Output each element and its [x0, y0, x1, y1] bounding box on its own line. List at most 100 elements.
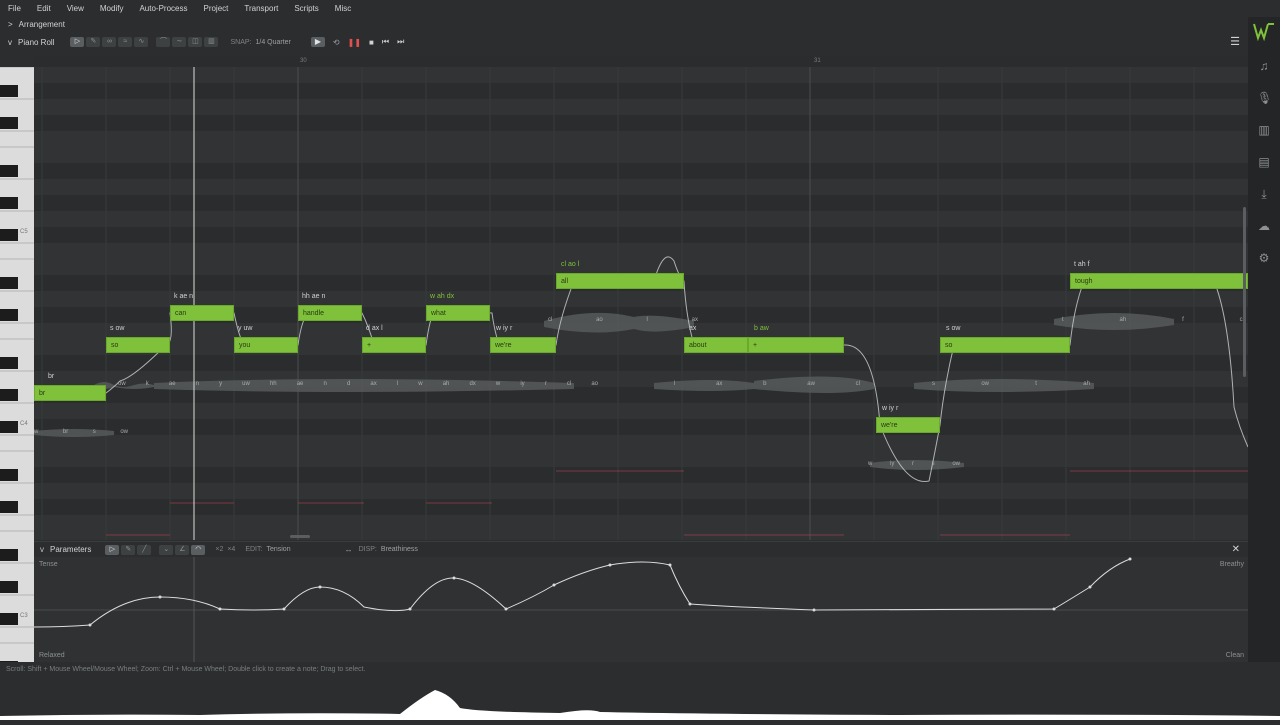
horizontal-scrollbar[interactable] — [290, 535, 310, 538]
menu-edit[interactable]: Edit — [37, 4, 51, 13]
key-label-c3: C3 — [20, 613, 28, 619]
loop-icon[interactable]: ⟲ — [333, 38, 340, 47]
snap-select[interactable]: 1/4 Quarter — [255, 39, 290, 46]
swap-icon[interactable]: ↔ — [345, 545, 353, 554]
note-br[interactable]: br — [34, 385, 106, 401]
stop-icon[interactable]: ■ — [369, 38, 374, 47]
note-phonemes: w iy r — [882, 405, 899, 412]
note-continuation[interactable]: + — [748, 337, 844, 353]
book-icon[interactable]: ▤ — [1257, 155, 1271, 169]
wave-tool-icon[interactable]: ≈ — [118, 37, 133, 47]
skip-back-icon[interactable]: ⏮ — [382, 37, 389, 47]
black-key — [0, 309, 18, 321]
keyboard-keys[interactable] — [0, 67, 34, 662]
menu-view[interactable]: View — [67, 4, 84, 13]
grid-mode-icon[interactable]: ▥ — [204, 37, 219, 47]
menu-misc[interactable]: Misc — [335, 4, 351, 13]
curve-tool-icon[interactable]: ∿ — [134, 37, 149, 47]
bar-31: 31 — [814, 58, 821, 64]
note-handle[interactable]: handle — [298, 305, 362, 321]
zoom-x2[interactable]: ×2 — [215, 546, 223, 553]
note-you[interactable]: you — [234, 337, 298, 353]
chevron-down-icon[interactable]: v — [8, 38, 12, 47]
black-key — [0, 85, 18, 97]
note-icon[interactable]: ♫ — [1257, 59, 1271, 73]
bar-30: 30 — [300, 58, 307, 64]
menu-transport[interactable]: Transport — [244, 4, 278, 13]
note-so[interactable]: so — [106, 337, 170, 353]
note-phonemes: k ae n — [174, 293, 194, 300]
pen-tool-icon[interactable]: ✎ — [121, 544, 136, 555]
parameter-curve[interactable] — [34, 557, 1248, 662]
breathy-label: Breathy — [1219, 561, 1244, 568]
note-were[interactable]: we're — [490, 337, 556, 353]
note-phonemes: w ah dx — [430, 293, 455, 300]
note-about[interactable]: about — [684, 337, 748, 353]
note-tough[interactable]: tough — [1070, 273, 1248, 289]
relaxed-label: Relaxed — [39, 652, 65, 659]
piano-roll-grid[interactable]: br br so s ow can k ae n you y uw handle… — [34, 67, 1248, 540]
menu-file[interactable]: File — [8, 4, 21, 13]
tune-mode-icon[interactable]: ◫ — [188, 37, 203, 47]
status-bar: Scroll: Shift + Mouse Wheel/Mouse Wheel;… — [0, 662, 1280, 678]
vibrato-mode-icon[interactable]: ∼ — [172, 37, 187, 47]
timeline-ruler[interactable]: 30 31 — [34, 56, 1248, 67]
note-so[interactable]: so — [940, 337, 1070, 353]
black-key — [0, 549, 18, 561]
menu-bar: File Edit View Modify Auto-Process Proje… — [0, 0, 1248, 17]
note-continuation[interactable]: + — [362, 337, 426, 353]
library-icon[interactable]: ▥ — [1257, 123, 1271, 137]
black-key — [0, 421, 18, 433]
note-phonemes: b aw — [754, 325, 769, 332]
phoneme-row: ow k ae n y uw hh ae n d ax l w ah dx w … — [118, 381, 598, 387]
zoom-x4[interactable]: ×4 — [227, 546, 235, 553]
shape-icon[interactable]: ◠ — [191, 544, 206, 555]
close-icon[interactable]: ✕ — [1232, 544, 1240, 555]
note-can[interactable]: can — [170, 305, 234, 321]
menu-icon[interactable]: ☰ — [1230, 35, 1240, 48]
vertical-scrollbar[interactable] — [1243, 207, 1246, 377]
line-tool-icon[interactable]: ╱ — [137, 544, 152, 555]
black-key — [0, 581, 18, 593]
skip-forward-icon[interactable]: ⏭ — [397, 37, 404, 47]
piano-keyboard[interactable]: C5 C4 C3 — [0, 67, 34, 662]
play-icon[interactable]: ▶ — [310, 37, 325, 47]
snap-label: SNAP: — [230, 38, 252, 46]
edit-param-select[interactable]: Tension — [266, 546, 290, 553]
menu-auto-process[interactable]: Auto-Process — [139, 4, 187, 13]
menu-modify[interactable]: Modify — [100, 4, 124, 13]
note-phonemes: br — [48, 373, 55, 380]
parameters-label: Parameters — [50, 545, 92, 554]
right-sidebar: ♫ 🎙 ▥ ▤ ⤓ ☁ ⚙ — [1248, 17, 1280, 662]
smooth-icon[interactable]: ∠ — [175, 544, 190, 555]
phoneme-row: w br s ow — [34, 429, 128, 435]
menu-project[interactable]: Project — [203, 4, 228, 13]
pitch-mode-icon[interactable]: ⌒ — [156, 37, 171, 47]
app-logo-icon — [1252, 20, 1276, 42]
grid-lines — [34, 67, 1248, 540]
link-tool-icon[interactable]: ∞ — [102, 37, 117, 47]
black-key — [0, 277, 18, 289]
parameters-header: v Parameters ▷ ✎ ╱ ⌄ ∠ ◠ ×2 ×4 EDIT: Ten… — [34, 541, 1248, 557]
pointer-tool-icon[interactable]: ▷ — [105, 544, 120, 555]
smooth-down-icon[interactable]: ⌄ — [159, 544, 174, 555]
black-key — [0, 229, 18, 241]
note-phonemes: hh ae n — [302, 293, 326, 300]
arrangement-toggle[interactable]: > Arrangement — [0, 17, 1248, 31]
disp-param-select[interactable]: Breathiness — [381, 546, 418, 553]
cloud-icon[interactable]: ☁ — [1257, 219, 1271, 233]
chevron-down-icon[interactable]: v — [40, 545, 44, 554]
note-what[interactable]: what — [426, 305, 490, 321]
note-all[interactable]: all — [556, 273, 684, 289]
pointer-tool-icon[interactable]: ▷ — [70, 37, 85, 47]
microphone-icon[interactable]: 🎙 — [1257, 91, 1272, 105]
piano-roll-toolbar: v Piano Roll ▷ ✎ ∞ ≈ ∿ ⌒ ∼ ◫ ▥ SNAP: 1/4… — [0, 31, 1248, 53]
black-key — [0, 613, 18, 625]
render-icon[interactable]: ⤓ — [1257, 187, 1271, 201]
pen-tool-icon[interactable]: ✎ — [86, 37, 101, 47]
parameters-panel[interactable]: Tense Relaxed Breathy Clean — [34, 557, 1248, 662]
gear-icon[interactable]: ⚙ — [1257, 251, 1271, 265]
note-were[interactable]: we're — [876, 417, 940, 433]
menu-scripts[interactable]: Scripts — [294, 4, 318, 13]
pause-icon[interactable]: ❚❚ — [348, 38, 361, 47]
